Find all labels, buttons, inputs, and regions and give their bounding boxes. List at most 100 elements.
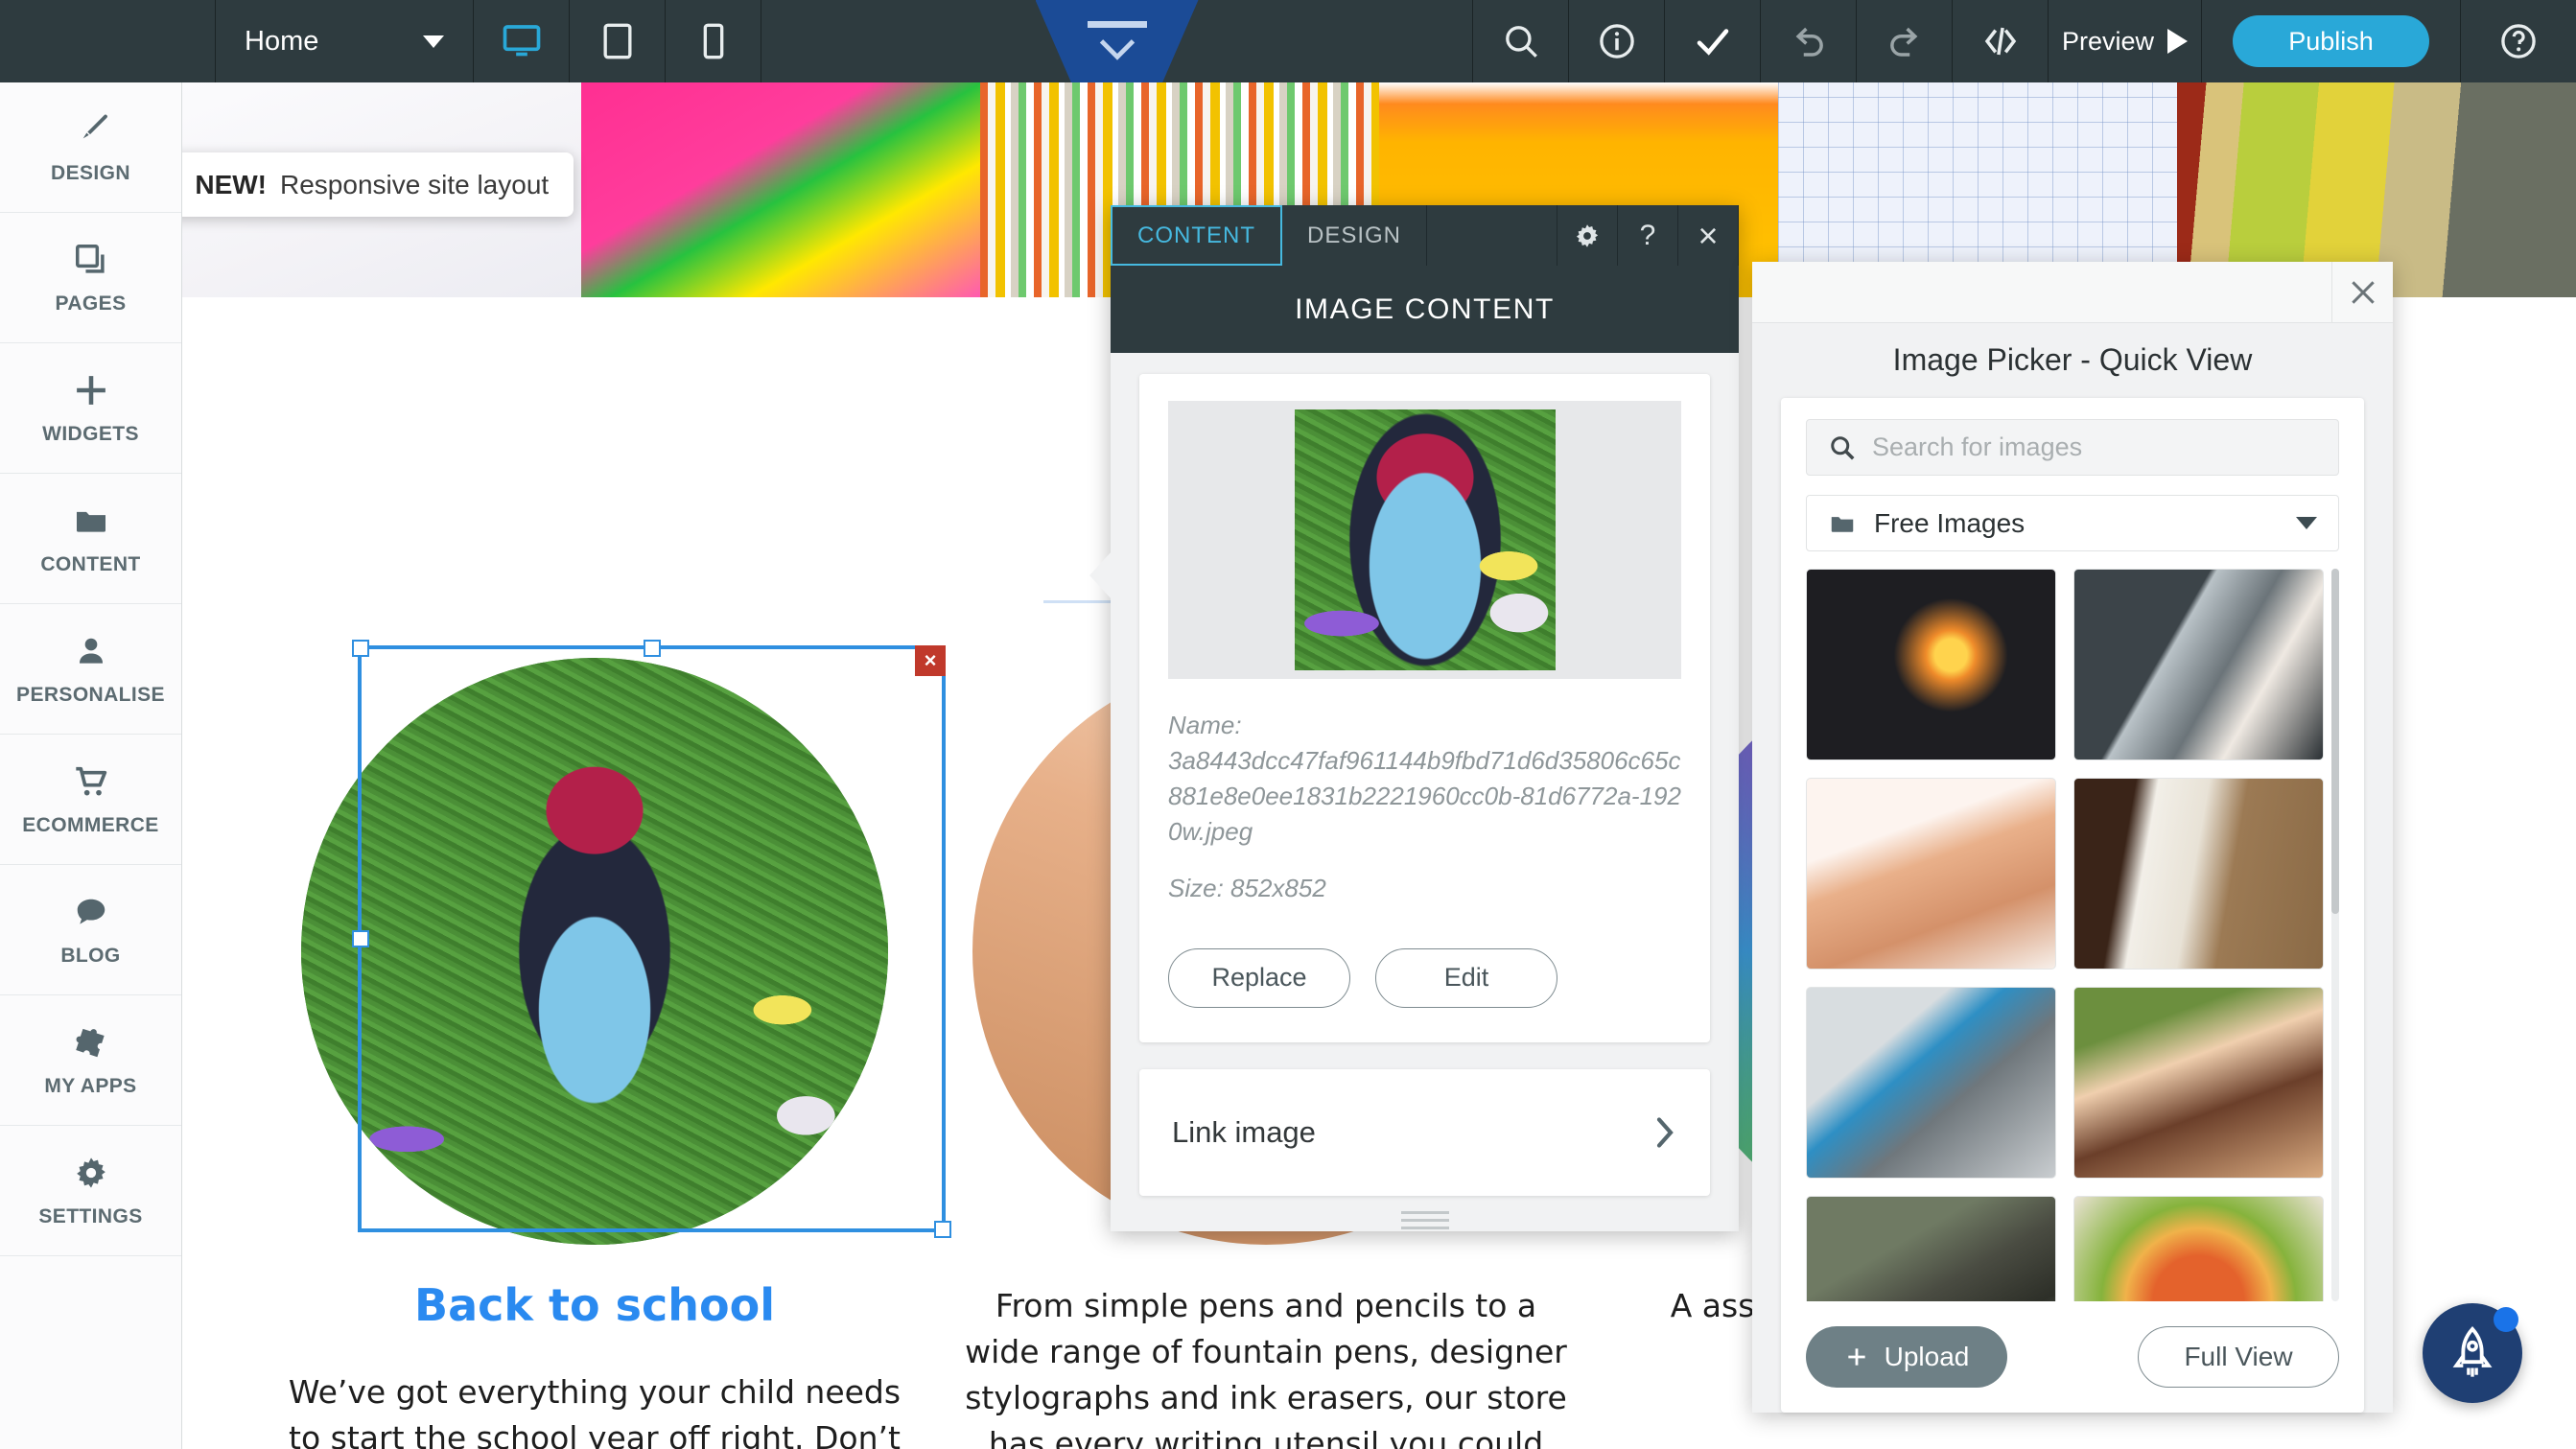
image-picker-topbar xyxy=(1752,261,2393,323)
wooden-chest-thumbnail[interactable] xyxy=(1806,1196,2056,1301)
sidebar-item-design[interactable]: DESIGN xyxy=(0,82,181,213)
scrollbar-thumb[interactable] xyxy=(2331,569,2339,915)
check-icon xyxy=(1697,29,1728,56)
page-selector[interactable]: Home xyxy=(215,0,474,82)
resize-handle-top-middle[interactable] xyxy=(643,640,661,657)
desktop-icon xyxy=(503,25,540,57)
sidebar-item-label: PAGES xyxy=(55,292,127,315)
rocket-icon xyxy=(2452,1325,2493,1377)
image-name-label: Name: xyxy=(1168,711,1242,740)
children-violin-thumbnail[interactable] xyxy=(2073,987,2324,1180)
sidebar-item-blog[interactable]: BLOG xyxy=(0,865,181,995)
image-picker-title: Image Picker - Quick View xyxy=(1892,342,2253,378)
plus-icon xyxy=(71,371,111,409)
sidebar-item-widgets[interactable]: WIDGETS xyxy=(0,343,181,474)
play-icon xyxy=(2167,29,2189,54)
technician-device-thumbnail[interactable] xyxy=(2073,569,2324,761)
edit-image-button[interactable]: Edit xyxy=(1375,947,1557,1008)
image-picker-close-button[interactable] xyxy=(2331,261,2393,323)
notification-dot xyxy=(2494,1307,2518,1332)
panel-resize-grip[interactable] xyxy=(1139,1196,1710,1231)
food-bowl-thumbnail[interactable] xyxy=(2073,1196,2324,1301)
sidebar-item-ecommerce[interactable]: ECOMMERCE xyxy=(0,735,181,865)
sidebar-item-settings[interactable]: SETTINGS xyxy=(0,1126,181,1256)
image-preview-box xyxy=(1168,401,1681,680)
replace-image-button[interactable]: Replace xyxy=(1168,947,1350,1008)
rocket-launcher-button[interactable] xyxy=(2423,1303,2522,1403)
resize-handle-top-left[interactable] xyxy=(352,640,369,657)
sidebar-item-label: SETTINGS xyxy=(38,1204,143,1227)
search-icon xyxy=(1505,26,1537,58)
hero-image-2 xyxy=(581,82,980,297)
search-field[interactable] xyxy=(1806,418,2339,477)
sidebar-item-label: ECOMMERCE xyxy=(22,813,159,836)
image-content-panel: CONTENT DESIGN ? × IMAGE CONTENT Name: 3… xyxy=(1089,205,1739,1231)
publish-button[interactable]: Publish xyxy=(2233,15,2429,67)
save-button[interactable] xyxy=(1665,0,1761,82)
topbar-left-spacer xyxy=(0,0,215,82)
upload-button[interactable]: Upload xyxy=(1806,1325,2007,1388)
publish-cell: Publish xyxy=(2202,0,2461,82)
collapse-toolbar-button[interactable] xyxy=(1035,0,1199,82)
mobile-icon xyxy=(703,23,723,59)
image-preview[interactable] xyxy=(1294,409,1556,671)
panel-settings-button[interactable] xyxy=(1557,205,1618,267)
image-size-label: Size: 852x852 xyxy=(1168,874,1326,903)
tab-design[interactable]: DESIGN xyxy=(1282,205,1428,267)
code-button[interactable] xyxy=(1953,0,2049,82)
undo-button[interactable] xyxy=(1761,0,1857,82)
plus-icon xyxy=(1847,1348,1865,1366)
desktop-view-button[interactable] xyxy=(474,0,570,82)
sidebar-item-label: MY APPS xyxy=(44,1074,137,1097)
pages-icon xyxy=(73,241,109,279)
new-banner-text: Responsive site layout xyxy=(280,169,550,199)
search-button[interactable] xyxy=(1473,0,1569,82)
info-button[interactable] xyxy=(1569,0,1665,82)
full-view-button[interactable]: Full View xyxy=(2138,1325,2339,1388)
search-input[interactable] xyxy=(1872,432,2317,463)
preview-button[interactable]: Preview xyxy=(2049,0,2202,82)
upload-label: Upload xyxy=(1884,1341,1970,1371)
new-badge: NEW! xyxy=(195,169,268,199)
preview-label: Preview xyxy=(2061,26,2155,56)
solar-system-thumbnail[interactable] xyxy=(1806,569,2056,761)
image-details-card: Name: 3a8443dcc47faf961144b9fbd71d6d3580… xyxy=(1139,374,1710,1042)
tablet-view-button[interactable] xyxy=(570,0,666,82)
search-icon xyxy=(1831,435,1855,460)
link-image-row[interactable]: Link image xyxy=(1139,1068,1710,1196)
sidebar-item-my-apps[interactable]: MY APPS xyxy=(0,995,181,1126)
image-file-name: 3a8443dcc47faf961144b9fbd71d6d35806c65c8… xyxy=(1168,746,1681,847)
column-title: Back to school xyxy=(414,1279,775,1331)
redo-button[interactable] xyxy=(1857,0,1953,82)
mobile-view-button[interactable] xyxy=(666,0,761,82)
question-circle-icon xyxy=(2501,24,2536,58)
cyclist-bike-shop-thumbnail[interactable] xyxy=(1806,987,2056,1180)
panel-close-button[interactable]: × xyxy=(1678,205,1739,267)
sidebar-item-pages[interactable]: PAGES xyxy=(0,213,181,343)
image-picker-panel: Image Picker - Quick View Free Images xyxy=(1752,261,2393,1413)
code-icon xyxy=(1984,27,2016,56)
panel-pointer xyxy=(1089,550,1112,600)
collapse-bar xyxy=(1087,20,1147,28)
chevron-down-icon xyxy=(2296,517,2317,530)
image-grid xyxy=(1806,569,2339,1301)
delete-widget-button[interactable]: × xyxy=(915,645,946,676)
tabbar-filler xyxy=(1427,205,1557,267)
backpack-on-grass-photo[interactable] xyxy=(301,658,888,1245)
help-button[interactable] xyxy=(2461,0,2576,82)
sidebar-item-content[interactable]: CONTENT xyxy=(0,474,181,604)
tablet-icon xyxy=(602,23,631,59)
panel-help-button[interactable]: ? xyxy=(1618,205,1678,267)
folder-selector[interactable]: Free Images xyxy=(1806,495,2339,552)
sidebar-item-label: CONTENT xyxy=(40,552,141,575)
person-icon xyxy=(73,632,109,670)
crown-moulding-thumbnail[interactable] xyxy=(2073,778,2324,970)
gear-icon xyxy=(1576,223,1599,247)
arm-massage-thumbnail[interactable] xyxy=(1806,778,2056,970)
image-grid-wrapper xyxy=(1806,569,2339,1301)
image-grid-scrollbar[interactable] xyxy=(2331,569,2339,1301)
sidebar-item-personalise[interactable]: PERSONALISE xyxy=(0,604,181,735)
chevron-right-icon xyxy=(1656,1117,1674,1148)
new-feature-banner[interactable]: 🎉 NEW! Responsive site layout xyxy=(182,152,574,217)
tab-content[interactable]: CONTENT xyxy=(1111,205,1282,267)
